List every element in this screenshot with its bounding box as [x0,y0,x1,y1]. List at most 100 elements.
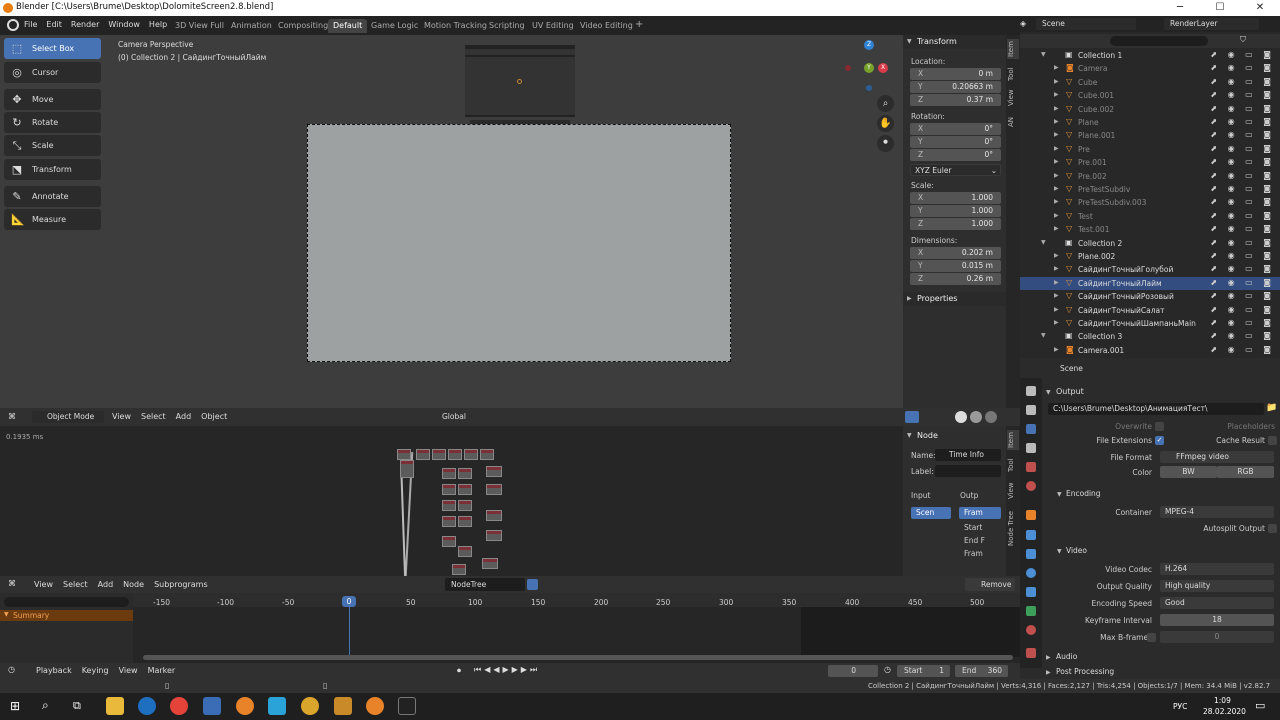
visibility-toggles[interactable]: ⬈ ◉ ▭ ◙ [1210,104,1275,113]
texture-tab-icon[interactable] [1026,648,1036,658]
playback-controls[interactable]: ⏮◀◀▶▶▶⏭ [474,665,540,675]
expand-arrow-icon[interactable]: ▶ [1054,212,1059,219]
expand-arrow-icon[interactable]: ▶ [1054,91,1059,98]
outliner-object-row[interactable]: ▶ ▽ Pre.001 ⬈ ◉ ▭ ◙ [1020,156,1280,169]
tab-3d-view-full[interactable]: 3D View Full [170,19,229,33]
tool-scale[interactable]: ⤡ Scale [4,135,101,156]
dimensions-x-field[interactable]: X 0.202 m [910,247,1001,259]
filter-icon[interactable]: ⛉ [1240,35,1246,45]
output-section-header[interactable]: Output [1056,387,1084,396]
blender-menu-icon[interactable] [7,19,19,31]
outliner-object-row[interactable]: ▶ ▽ Pre ⬈ ◉ ▭ ◙ [1020,143,1280,156]
outliner-object-row[interactable]: ▶ ▽ PreTestSubdiv.003 ⬈ ◉ ▭ ◙ [1020,196,1280,209]
max-bframes-checkbox[interactable] [1147,633,1156,642]
tab-scripting[interactable]: Scripting [484,19,530,33]
minimize-button[interactable]: ─ [1160,0,1200,16]
autosplit-checkbox[interactable] [1268,524,1277,533]
tab-compositing[interactable]: Compositing [273,19,333,33]
outliner-object-row[interactable]: ▶ ▽ PreTestSubdiv ⬈ ◉ ▭ ◙ [1020,183,1280,196]
remove-button[interactable]: Remove [965,578,1015,591]
node-menu-node[interactable]: Node [123,580,144,589]
outliner-object-row[interactable]: ▶ ▽ СайдингТочныйРозовый ⬈ ◉ ▭ ◙ [1020,290,1280,303]
outliner-object-row[interactable]: ▶ ▽ Pre.002 ⬈ ◉ ▭ ◙ [1020,170,1280,183]
node-input-item[interactable]: Scen [911,507,951,519]
scene-selector[interactable]: Scene [1036,18,1136,30]
expand-arrow-icon[interactable]: ▶ [1054,198,1059,205]
expand-arrow-icon[interactable]: ▶ [1054,225,1059,232]
timeline-menu-keying[interactable]: Keying [82,666,109,675]
keyboard-language[interactable]: РУС [1173,702,1187,711]
dimensions-z-field[interactable]: Z 0.26 m [910,273,1001,285]
visibility-toggles[interactable]: ⬈ ◉ ▭ ◙ [1210,264,1275,273]
visibility-toggles[interactable]: ⬈ ◉ ▭ ◙ [1210,63,1275,72]
node-output-item-2[interactable]: End F [964,536,985,545]
world-tab-icon[interactable] [1026,481,1036,491]
outliner-collection-row[interactable]: ▼ ▣ Collection 2 ⬈ ◉ ▭ ◙ [1020,237,1280,250]
visibility-toggles[interactable]: ⬈ ◉ ▭ ◙ [1210,345,1275,354]
expand-arrow-icon[interactable]: ▶ [1054,105,1059,112]
outliner-collection-row[interactable]: ▼ ▣ Collection 1 ⬈ ◉ ▭ ◙ [1020,49,1280,62]
fake-user-icon[interactable] [527,579,538,590]
zoom-icon[interactable]: ⌕ [877,95,894,112]
expand-arrow-icon[interactable]: ▼ [1041,332,1046,339]
tool-cursor[interactable]: ◎ Cursor [4,62,101,83]
visibility-toggles[interactable]: ⬈ ◉ ▭ ◙ [1210,291,1275,300]
app-icon-3[interactable] [334,697,352,715]
timeline-scrollbar[interactable] [143,655,1013,660]
color-bw-button[interactable]: BW [1160,466,1217,478]
post-processing-section-header[interactable]: Post Processing [1056,667,1114,676]
node-menu-add[interactable]: Add [98,580,114,589]
max-bframes-field[interactable]: 0 [1160,631,1274,643]
video-codec-dropdown[interactable]: H.264 [1160,563,1274,575]
tab-default[interactable]: Default [328,19,368,33]
modifier-tab-icon[interactable] [1026,530,1036,540]
folder-icon[interactable]: 📁 [1266,403,1277,413]
expand-arrow-icon[interactable]: ▶ [1054,185,1059,192]
render-tab-icon[interactable] [1026,405,1036,415]
node-tab-tool[interactable]: Tool [1007,456,1019,474]
expand-arrow-icon[interactable]: ▶ [1054,158,1059,165]
search-icon[interactable]: ⌕ [42,698,49,713]
encoding-speed-dropdown[interactable]: Good [1160,597,1274,609]
outliner-object-row[interactable]: ▶ ▽ Plane ⬈ ◉ ▭ ◙ [1020,116,1280,129]
visibility-toggles[interactable]: ⬈ ◉ ▭ ◙ [1210,130,1275,139]
telegram-icon[interactable] [268,697,286,715]
current-frame-indicator[interactable]: 0 [342,596,356,607]
task-view-icon[interactable]: ⧉ [73,699,81,713]
viewport-3d[interactable]: Camera Perspective (0) Collection 2 | Са… [0,35,1020,408]
material-tab-icon[interactable] [1026,625,1036,635]
outliner-object-row[interactable]: ▶ ▽ СайдингТочныйГолубой ⬈ ◉ ▭ ◙ [1020,263,1280,276]
visibility-toggles[interactable]: ⬈ ◉ ▭ ◙ [1210,238,1275,247]
output-quality-dropdown[interactable]: High quality [1160,580,1274,592]
timeline-search-input[interactable] [4,597,129,607]
menu-render[interactable]: Render [71,20,99,29]
node-menu-select[interactable]: Select [63,580,88,589]
overlay-toggle-icon[interactable] [905,411,919,423]
audio-section-header[interactable]: Audio [1056,652,1077,661]
object-tab-icon[interactable] [1026,510,1036,520]
location-x-field[interactable]: X0 m [910,68,1001,80]
notification-icon[interactable]: ▭ [1255,699,1265,712]
node-tab-view[interactable]: View [1007,482,1019,500]
outliner-object-row[interactable]: ▶ ◙ Camera.001 ⬈ ◉ ▭ ◙ [1020,344,1280,357]
expand-arrow-icon[interactable]: ▶ [1054,131,1059,138]
visibility-toggles[interactable]: ⬈ ◉ ▭ ◙ [1210,197,1275,206]
app-icon-2[interactable] [301,697,319,715]
tool-rotate[interactable]: ↻ Rotate [4,112,101,133]
outliner-object-row[interactable]: ▶ ▽ СайдингТочныйСалат ⬈ ◉ ▭ ◙ [1020,304,1280,317]
camera-view-icon[interactable]: ⚫ [877,135,894,152]
visibility-toggles[interactable]: ⬈ ◉ ▭ ◙ [1210,318,1275,327]
expand-arrow-icon[interactable]: ▶ [1054,292,1059,299]
expand-arrow-icon[interactable]: ▶ [1054,64,1059,71]
tool-measure[interactable]: 📐 Measure [4,209,101,230]
post-processing-expand-icon[interactable]: ▶ [1046,669,1051,676]
rotation-y-field[interactable]: Y 0° [910,136,1001,148]
visibility-toggles[interactable]: ⬈ ◉ ▭ ◙ [1210,224,1275,233]
menu-window[interactable]: Window [108,20,140,29]
visibility-toggles[interactable]: ⬈ ◉ ▭ ◙ [1210,331,1275,340]
properties-header[interactable]: Properties [917,294,957,303]
visibility-toggles[interactable]: ⬈ ◉ ▭ ◙ [1210,184,1275,193]
node-output-item-3[interactable]: Fram [964,549,983,558]
tab-motion-tracking[interactable]: Motion Tracking [419,19,492,33]
tool-tab-icon[interactable] [1026,386,1036,396]
